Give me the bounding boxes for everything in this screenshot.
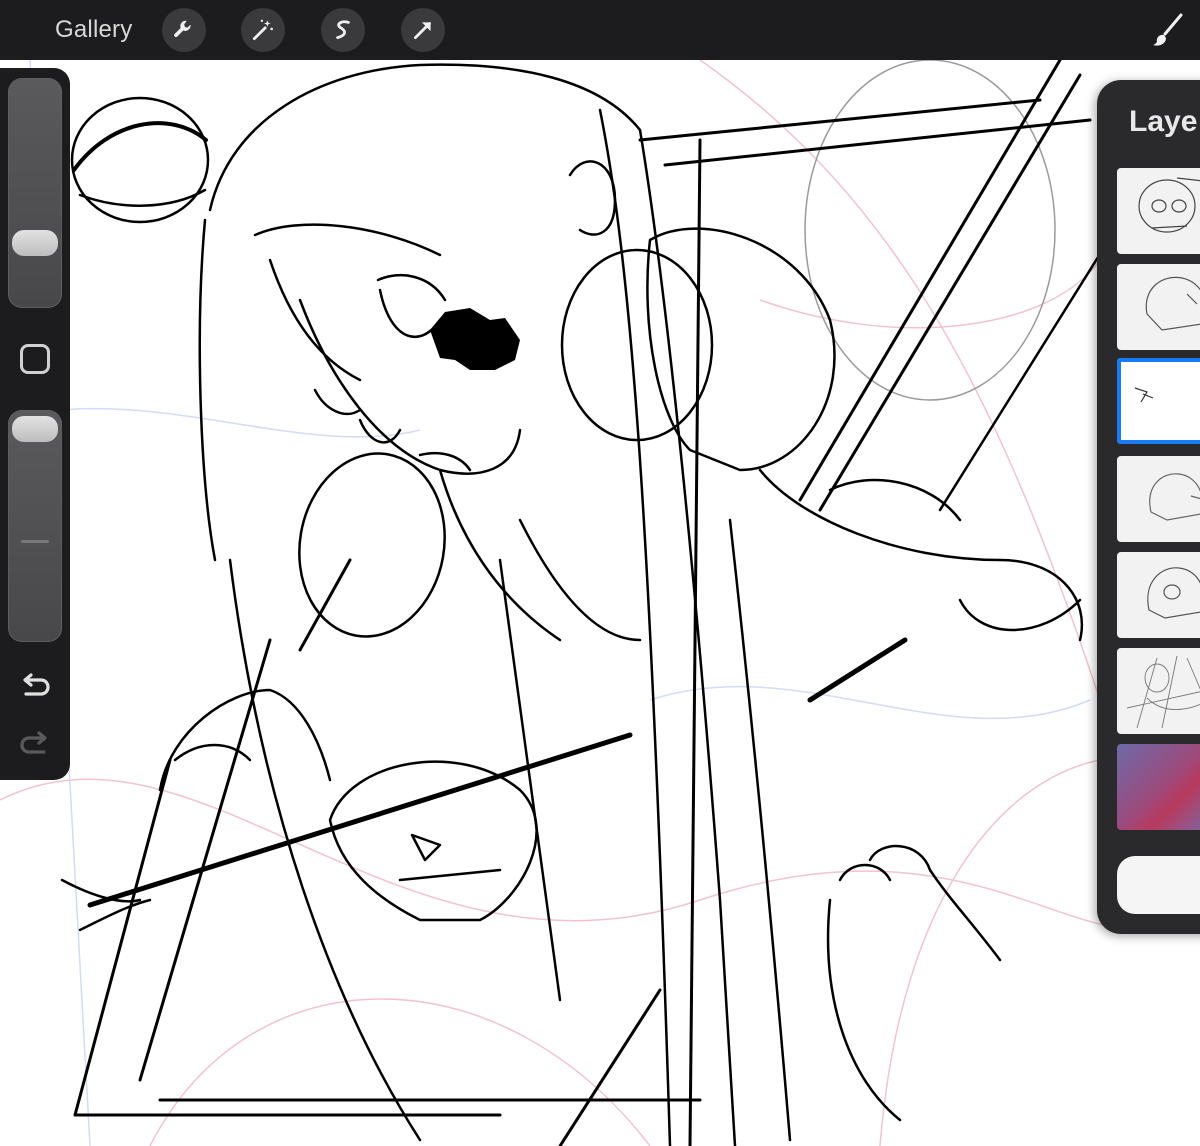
transform-button[interactable] <box>401 8 445 52</box>
layers-panel-bottom-button[interactable] <box>1117 856 1200 914</box>
skull-sketch-thumb <box>1138 177 1200 233</box>
opacity-knob[interactable] <box>12 416 58 442</box>
layers-panel-title: Laye <box>1129 105 1198 138</box>
redo-button[interactable] <box>17 728 53 760</box>
layers-panel: Laye <box>1097 80 1200 934</box>
sketch-layer <box>0 59 1200 1146</box>
skull-outline-thumb <box>1147 567 1200 619</box>
selection-s-icon <box>336 20 350 39</box>
selection-button[interactable] <box>321 8 365 52</box>
adjustments-button[interactable] <box>241 8 285 52</box>
magic-wand-icon <box>252 19 273 41</box>
scribble-thumb <box>1134 387 1154 403</box>
left-sidebar <box>0 68 70 780</box>
brush-tool-button[interactable] <box>1148 10 1188 50</box>
actions-button[interactable] <box>162 8 206 52</box>
layer-thumbnail-3-selected[interactable] <box>1117 358 1200 444</box>
lineart-layer <box>60 58 1142 1146</box>
layer-thumbnail-4[interactable] <box>1117 456 1200 542</box>
arrow-cursor-icon <box>414 22 431 39</box>
slider-tick-mark <box>21 540 49 543</box>
layer-thumbnail-1[interactable] <box>1117 168 1200 254</box>
skull-outline-thumb <box>1149 473 1200 521</box>
brush-size-slider[interactable] <box>8 78 62 308</box>
layer-thumbnail-6[interactable] <box>1117 648 1200 734</box>
top-toolbar: Gallery <box>0 0 1200 60</box>
skull-outline-thumb <box>1145 276 1200 331</box>
wrench-icon <box>174 20 191 38</box>
layer-thumbnail-5[interactable] <box>1117 552 1200 638</box>
undo-icon <box>23 673 50 696</box>
modify-button[interactable] <box>20 344 50 374</box>
black-patch-fill <box>430 308 520 370</box>
layer-thumbnail-2[interactable] <box>1117 264 1200 350</box>
gallery-button[interactable]: Gallery <box>55 14 132 46</box>
layer-thumbnail-7[interactable] <box>1117 744 1200 830</box>
brush-icon <box>1153 13 1183 46</box>
brush-size-knob[interactable] <box>12 230 58 256</box>
undo-button[interactable] <box>17 670 53 702</box>
opacity-slider[interactable] <box>8 410 62 642</box>
redo-icon <box>20 731 47 754</box>
full-sketch-thumb <box>1126 655 1200 729</box>
drawing-canvas[interactable] <box>0 0 1200 1146</box>
